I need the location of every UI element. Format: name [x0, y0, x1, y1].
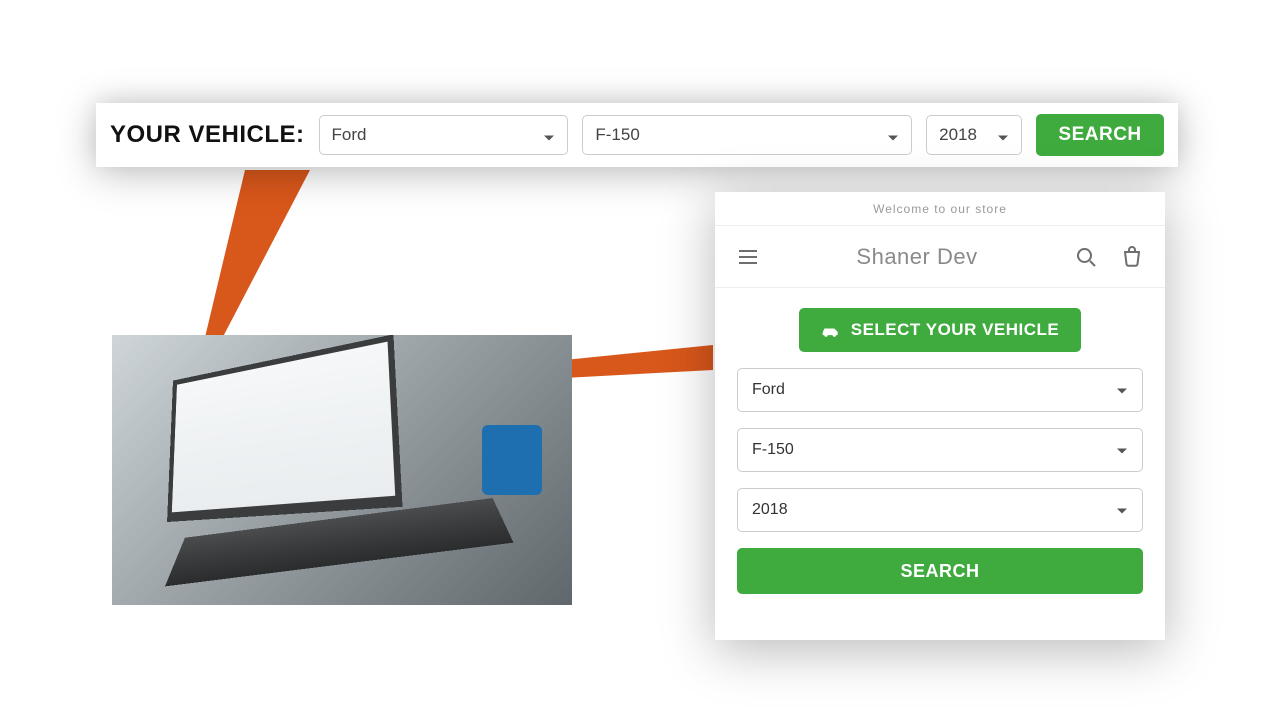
year-select-value: 2018 [939, 125, 977, 145]
search-button[interactable]: SEARCH [1036, 114, 1164, 156]
mobile-search-label: SEARCH [900, 561, 979, 582]
mobile-store-panel: Welcome to our store Shaner Dev SELECT Y… [715, 192, 1165, 640]
select-vehicle-button[interactable]: SELECT YOUR VEHICLE [799, 308, 1082, 352]
vehicle-bar: YOUR VEHICLE: Ford F-150 2018 SEARCH [96, 103, 1178, 167]
store-name: Shaner Dev [856, 244, 977, 270]
cart-icon[interactable] [1119, 244, 1145, 270]
chevron-down-icon [887, 129, 899, 141]
select-vehicle-label: SELECT YOUR VEHICLE [851, 320, 1060, 340]
make-select[interactable]: Ford [319, 115, 569, 155]
mobile-header: Shaner Dev [715, 226, 1165, 288]
mobile-model-value: F-150 [752, 441, 794, 459]
chevron-down-icon [1116, 504, 1128, 516]
mobile-year-select[interactable]: 2018 [737, 488, 1143, 532]
model-select[interactable]: F-150 [582, 115, 912, 155]
year-select[interactable]: 2018 [926, 115, 1022, 155]
car-icon [821, 323, 841, 337]
laptop-photo [112, 335, 572, 605]
mobile-make-value: Ford [752, 381, 785, 399]
mobile-body: SELECT YOUR VEHICLE Ford F-150 2018 SEAR… [715, 288, 1165, 640]
mobile-search-button[interactable]: SEARCH [737, 548, 1143, 594]
welcome-banner: Welcome to our store [715, 192, 1165, 226]
hamburger-icon[interactable] [735, 244, 761, 270]
model-select-value: F-150 [595, 125, 639, 145]
mobile-model-select[interactable]: F-150 [737, 428, 1143, 472]
mobile-year-value: 2018 [752, 501, 788, 519]
chevron-down-icon [543, 129, 555, 141]
chevron-down-icon [1116, 384, 1128, 396]
vehicle-bar-label: YOUR VEHICLE: [110, 121, 305, 149]
mobile-make-select[interactable]: Ford [737, 368, 1143, 412]
chevron-down-icon [1116, 444, 1128, 456]
search-icon[interactable] [1073, 244, 1099, 270]
chevron-down-icon [997, 129, 1009, 141]
make-select-value: Ford [332, 125, 367, 145]
search-button-label: SEARCH [1058, 124, 1141, 146]
